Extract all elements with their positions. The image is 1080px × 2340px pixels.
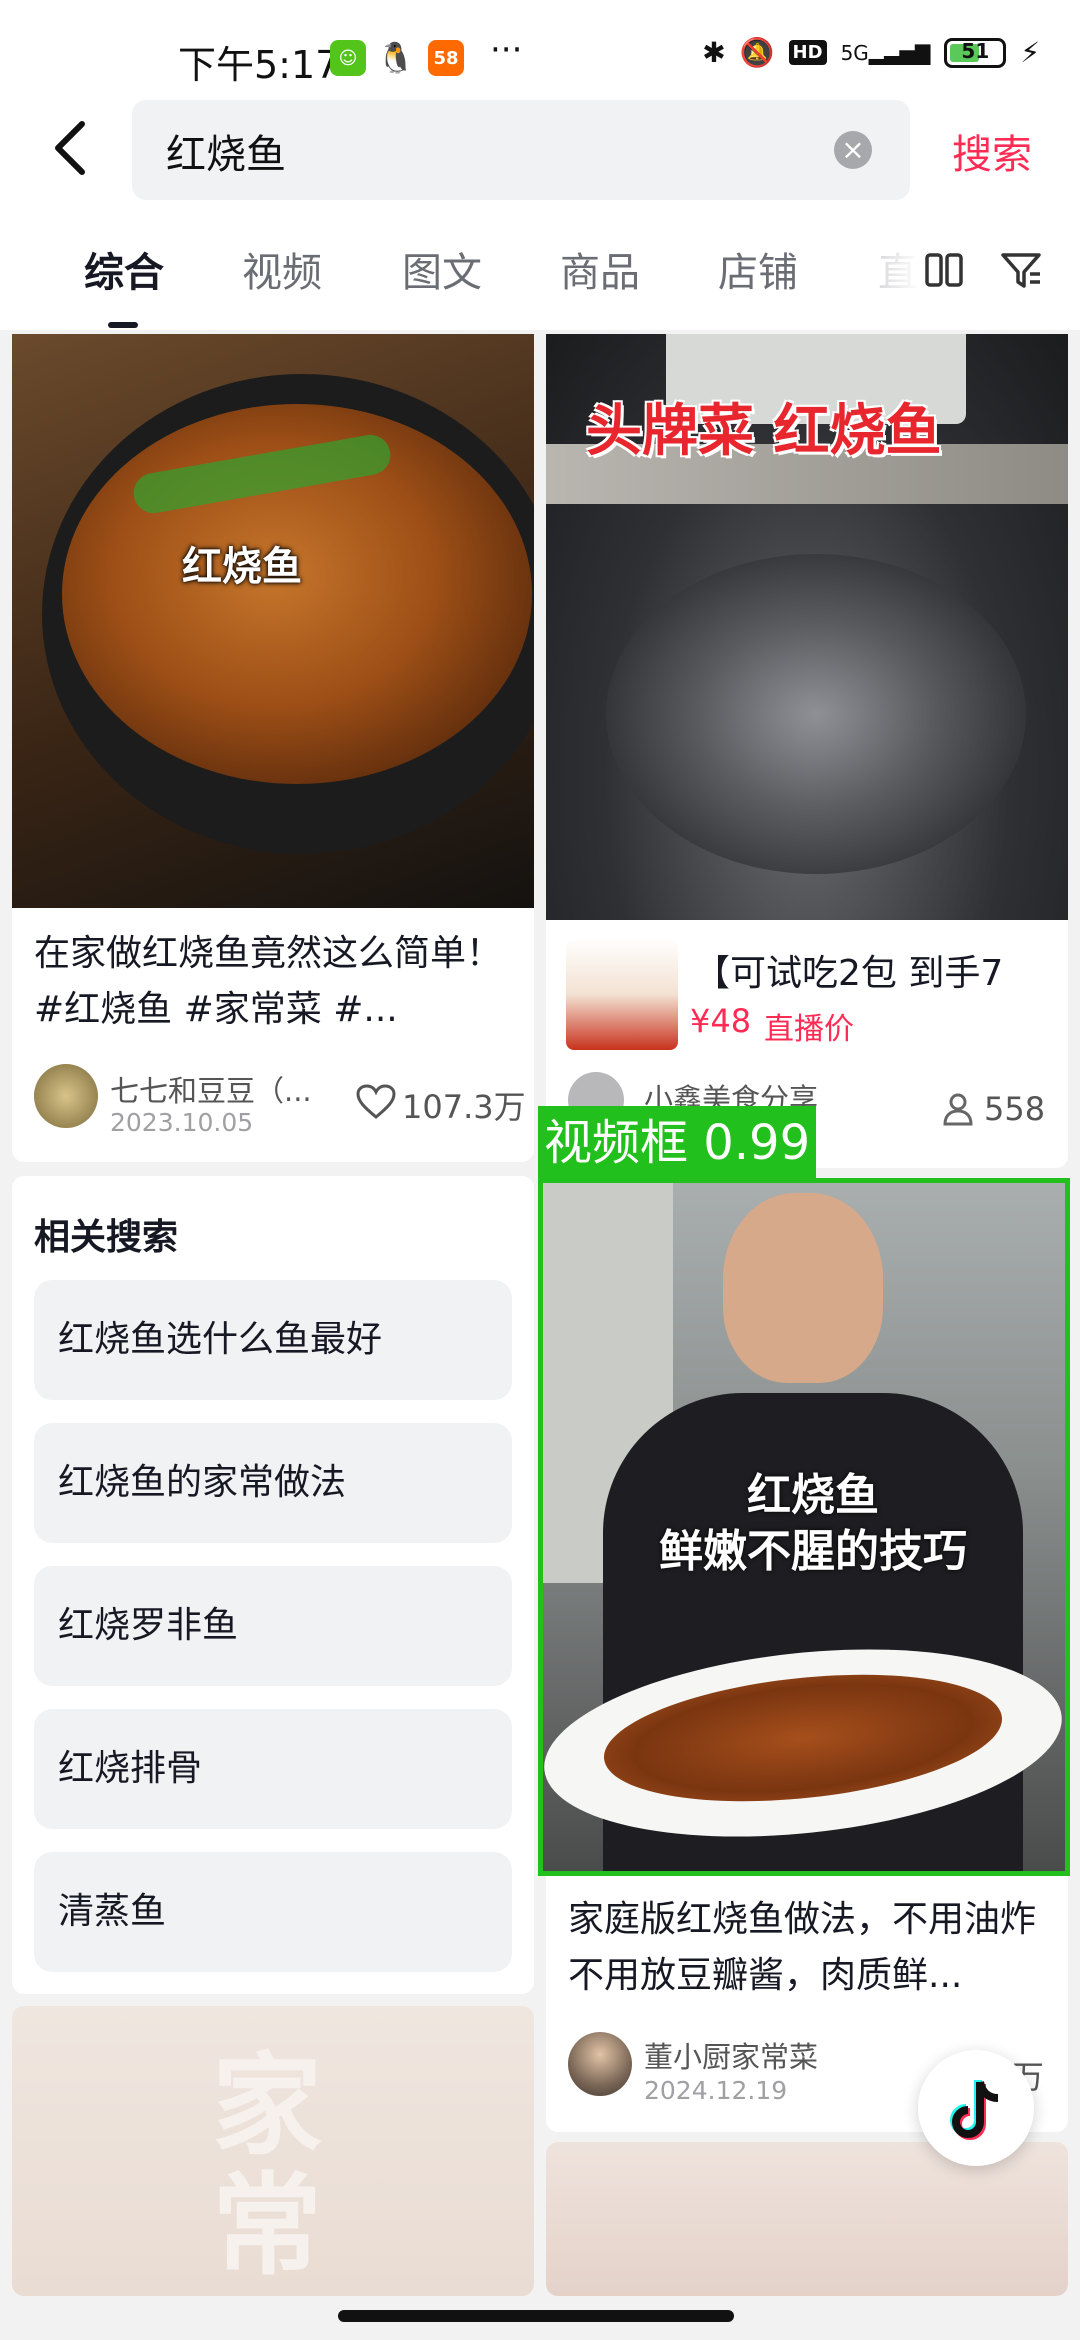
charging-icon: ⚡ xyxy=(1020,36,1040,69)
related-search-item[interactable]: 红烧罗非鱼 xyxy=(34,1566,512,1686)
back-icon[interactable] xyxy=(50,118,90,189)
battery-icon: 51 xyxy=(944,37,1007,68)
video-title[interactable]: 家庭版红烧鱼做法，不用油炸不用放豆瓣酱，肉质鲜... xyxy=(568,1892,1048,2004)
viewer-count: 558 xyxy=(984,1090,1046,1128)
battery-level: 51 xyxy=(961,38,990,63)
status-time: 下午5:17 xyxy=(178,43,340,87)
viewer-icon xyxy=(942,1092,974,1130)
tab-image-text[interactable]: 图文 xyxy=(402,240,482,298)
network-type: 5G xyxy=(840,40,869,65)
search-query-text[interactable]: 红烧鱼 xyxy=(166,122,286,180)
related-search-item[interactable]: 红烧鱼选什么鱼最好 xyxy=(34,1280,512,1400)
related-heading: 相关搜索 xyxy=(34,1217,179,1258)
thumbnail-caption: 头牌菜 红烧鱼 xyxy=(586,399,942,464)
live-thumbnail[interactable]: 头牌菜 红烧鱼 xyxy=(546,334,1068,920)
product-thumbnail[interactable] xyxy=(566,938,678,1050)
related-search-item[interactable]: 红烧鱼的家常做法 xyxy=(34,1423,512,1543)
app-58-notification-icon: 58 xyxy=(428,40,464,76)
tiktok-fab-button[interactable] xyxy=(918,2050,1034,2166)
detection-box xyxy=(538,1178,1070,1876)
avatar[interactable] xyxy=(568,2032,632,2096)
silent-icon: 🔕 xyxy=(739,36,775,69)
filter-icon[interactable] xyxy=(1000,250,1042,294)
product-price: ¥48 xyxy=(690,1002,752,1040)
thumbnail-caption: 红烧鱼 xyxy=(182,544,302,590)
active-tab-indicator xyxy=(108,322,138,328)
like-count: 107.3万 xyxy=(402,1088,526,1126)
status-right: ✱ 🔕 HD 5G▂▃▅▇ 51 ⚡ xyxy=(702,36,1040,69)
wechat-notification-icon: ☺ xyxy=(330,40,366,76)
qq-notification-icon: 🐧 xyxy=(377,40,415,76)
tiktok-logo-icon xyxy=(950,2080,999,2140)
tab-video[interactable]: 视频 xyxy=(242,240,322,298)
tab-fade xyxy=(860,230,920,310)
bluetooth-icon: ✱ xyxy=(702,36,726,69)
post-date: 2024.12.19 xyxy=(644,2076,788,2105)
product-title[interactable]: 【可试吃2包 到手7 xyxy=(694,944,1003,996)
tab-stores[interactable]: 店铺 xyxy=(718,240,798,298)
clear-icon[interactable]: × xyxy=(834,131,872,169)
avatar[interactable] xyxy=(34,1064,98,1128)
search-button[interactable]: 搜索 xyxy=(952,122,1032,180)
video-title[interactable]: 在家做红烧鱼竟然这么简单！#红烧鱼 #家常菜 #... xyxy=(34,926,514,1038)
more-notifications-icon: ··· xyxy=(490,30,523,70)
video-thumbnail[interactable]: 红烧鱼 xyxy=(12,334,534,908)
related-search-item[interactable]: 清蒸鱼 xyxy=(34,1852,512,1972)
tab-products[interactable]: 商品 xyxy=(560,240,640,298)
layout-toggle-icon[interactable] xyxy=(924,250,964,294)
signal-icon: 5G▂▃▅▇ xyxy=(840,40,931,65)
home-indicator[interactable] xyxy=(338,2310,734,2322)
hd-icon: HD xyxy=(788,40,827,65)
video-card-left-next[interactable]: 家常 xyxy=(12,2006,534,2296)
heart-icon[interactable] xyxy=(356,1084,396,1124)
related-search-item[interactable]: 红烧排骨 xyxy=(34,1709,512,1829)
post-date: 2023.10.05 xyxy=(110,1108,254,1137)
tab-comprehensive[interactable]: 综合 xyxy=(84,240,164,298)
author-name[interactable]: 董小厨家常菜 xyxy=(644,2034,818,2076)
price-tag: 直播价 xyxy=(764,1012,854,1047)
author-name[interactable]: 七七和豆豆（... xyxy=(110,1068,312,1110)
detection-label: 视频框 0.99 xyxy=(538,1106,817,1180)
faded-thumbnail-decoration: 家常 xyxy=(212,2042,322,2290)
